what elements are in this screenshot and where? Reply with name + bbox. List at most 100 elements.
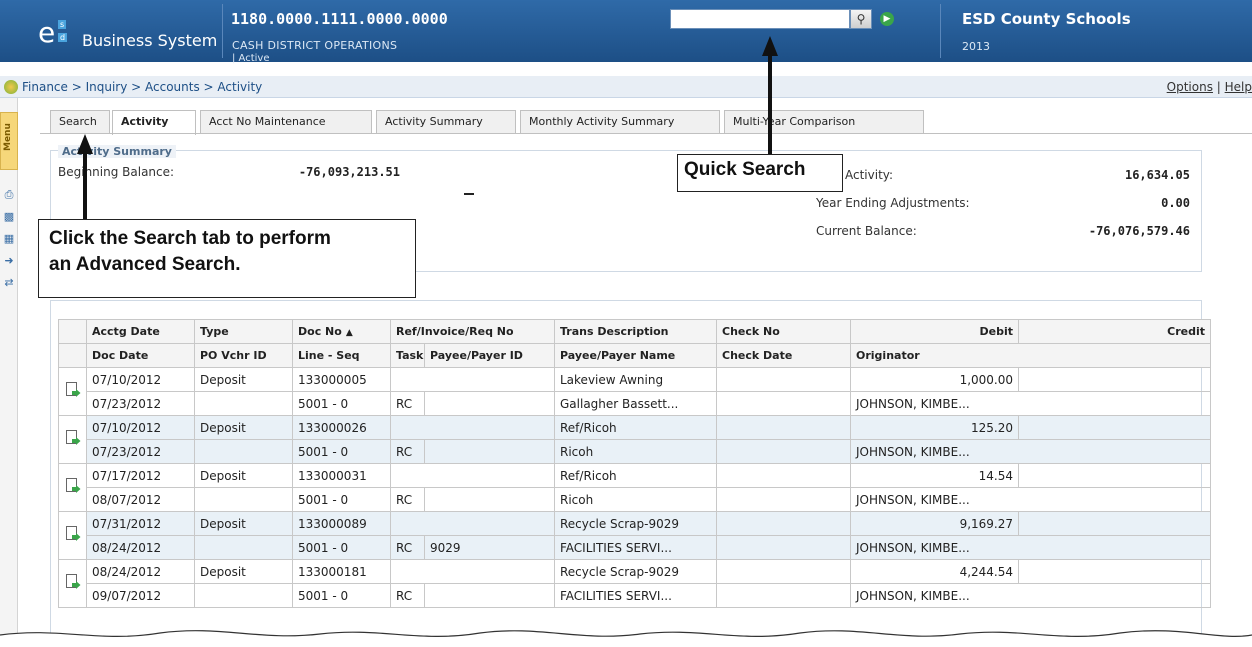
col-originator[interactable]: Originator	[850, 343, 1211, 368]
row-detail-cell[interactable]	[58, 367, 87, 416]
row-detail-cell[interactable]	[58, 511, 87, 560]
table-row[interactable]: 08/24/2012 5001 - 0 RC 9029 FACILITIES S…	[59, 535, 1211, 560]
cell-payee-name: Ricoh	[554, 439, 717, 464]
header-divider	[222, 4, 223, 58]
cell-ref	[390, 511, 555, 536]
cell-trans-desc: Ref/Ricoh	[554, 463, 717, 488]
beginning-balance-label: Beginning Balance:	[58, 165, 175, 179]
tab-activity[interactable]: Activity	[112, 110, 196, 135]
district-name: ESD County Schools	[962, 10, 1131, 28]
col-check-date[interactable]: Check Date	[716, 343, 851, 368]
quick-search-input[interactable]	[670, 9, 850, 29]
tab-search[interactable]: Search	[50, 110, 110, 134]
current-balance-value: -76,076,579.46	[1088, 224, 1190, 238]
options-link[interactable]: Options	[1167, 80, 1213, 94]
search-button[interactable]: ⚲	[850, 9, 872, 29]
cell-task: RC	[390, 439, 425, 464]
col-type[interactable]: Type	[194, 319, 293, 344]
cell-payee-id	[424, 487, 555, 512]
cell-task: RC	[390, 583, 425, 608]
view-document-icon[interactable]	[65, 526, 81, 542]
col-acctg-date[interactable]: Acctg Date	[86, 319, 195, 344]
col-po-vchr-id[interactable]: PO Vchr ID	[194, 343, 293, 368]
view-document-icon[interactable]	[65, 478, 81, 494]
table-row[interactable]: 09/07/2012 5001 - 0 RC FACILITIES SERVI.…	[59, 583, 1211, 608]
grid-header-row: Doc Date PO Vchr ID Line - Seq Task Paye…	[58, 343, 1211, 368]
col-doc-no[interactable]: Doc No ▲	[292, 319, 391, 344]
cell-po-vchr	[194, 391, 293, 416]
print-icon[interactable]: ⎙	[2, 188, 16, 202]
activity-grid: Acctg Date Type Doc No ▲ Ref/Invoice/Req …	[58, 319, 1211, 608]
logo-letter: e	[38, 16, 56, 49]
help-link[interactable]: Help	[1225, 80, 1252, 94]
col-doc-date[interactable]: Doc Date	[86, 343, 195, 368]
table-row[interactable]: 07/17/2012 Deposit 133000031 Ref/Ricoh 1…	[58, 463, 1211, 512]
cell-originator: JOHNSON, KIMBE...	[850, 535, 1211, 560]
breadcrumb[interactable]: Finance > Inquiry > Accounts > Activity	[22, 80, 262, 94]
cell-task: RC	[390, 535, 425, 560]
col-doc-no-label: Doc No	[298, 325, 342, 338]
cell-task: RC	[390, 487, 425, 512]
cell-payee-id	[424, 439, 555, 464]
cell-acctg-date: 07/17/2012	[86, 463, 195, 488]
view-document-icon[interactable]	[65, 430, 81, 446]
cell-check-no	[716, 415, 851, 440]
row-detail-cell[interactable]	[58, 463, 87, 512]
col-task[interactable]: Task	[390, 343, 425, 368]
view-document-icon[interactable]	[65, 382, 81, 398]
row-detail-cell[interactable]	[58, 415, 87, 464]
col-debit[interactable]: Debit	[850, 319, 1019, 344]
col-check-no[interactable]: Check No	[716, 319, 851, 344]
cell-doc-date: 07/23/2012	[86, 439, 195, 464]
table-row[interactable]: 08/07/2012 5001 - 0 RC Ricoh JOHNSON, KI…	[59, 487, 1211, 512]
table-row[interactable]: 07/10/2012 Deposit 133000005 Lakeview Aw…	[58, 367, 1211, 416]
col-ref-invoice[interactable]: Ref/Invoice/Req No	[390, 319, 555, 344]
col-payee-id[interactable]: Payee/Payer ID	[424, 343, 555, 368]
dash-mark	[464, 193, 474, 195]
row-detail-cell[interactable]	[58, 559, 87, 608]
year-end-label: Year Ending Adjustments:	[816, 196, 970, 210]
cell-check-date	[716, 439, 851, 464]
cell-type: Deposit	[194, 511, 293, 536]
options-links: Options | Help	[1167, 80, 1252, 94]
cell-doc-no: 133000031	[292, 463, 391, 488]
table-row[interactable]: 07/10/2012 Deposit 133000026 Ref/Ricoh 1…	[58, 415, 1211, 464]
table-row[interactable]: 07/31/2012 Deposit 133000089 Recycle Scr…	[58, 511, 1211, 560]
col-line-seq[interactable]: Line - Seq	[292, 343, 391, 368]
chart-icon[interactable]: ▩	[2, 210, 16, 224]
cell-ref	[390, 463, 555, 488]
cell-doc-no: 133000026	[292, 415, 391, 440]
cell-originator: JOHNSON, KIMBE...	[850, 439, 1211, 464]
cell-payee-id	[424, 583, 555, 608]
tab-activity-summary[interactable]: Activity Summary	[376, 110, 516, 134]
menu-tab[interactable]: Menu	[0, 112, 18, 170]
cell-check-no	[716, 511, 851, 536]
col-payee-name[interactable]: Payee/Payer Name	[554, 343, 717, 368]
tab-multi-year-comparison[interactable]: Multi-Year Comparison	[724, 110, 924, 134]
tab-acct-no-maintenance[interactable]: Acct No Maintenance	[200, 110, 372, 134]
cell-type: Deposit	[194, 463, 293, 488]
fiscal-year[interactable]: 2013	[962, 40, 990, 53]
cell-credit	[1018, 367, 1211, 392]
cell-acctg-date: 07/10/2012	[86, 367, 195, 392]
tab-monthly-activity-summary[interactable]: Monthly Activity Summary	[520, 110, 720, 134]
cell-credit	[1018, 415, 1211, 440]
app-header: e s d Business System 1180.0000.1111.000…	[0, 0, 1252, 64]
view-document-icon[interactable]	[65, 574, 81, 590]
transfer-icon[interactable]: ⇄	[2, 276, 16, 290]
cell-debit: 4,244.54	[850, 559, 1019, 584]
go-button[interactable]: ▶	[880, 12, 894, 26]
logo-sub: d	[58, 33, 68, 42]
col-trans-description[interactable]: Trans Description	[554, 319, 717, 344]
app-logo[interactable]: e s d	[38, 16, 76, 52]
calculator-icon[interactable]: ▦	[2, 232, 16, 246]
export-icon[interactable]: ➜	[2, 254, 16, 268]
table-row[interactable]: 08/24/2012 Deposit 133000181 Recycle Scr…	[58, 559, 1211, 608]
table-row[interactable]: 07/23/2012 5001 - 0 RC Gallagher Bassett…	[59, 391, 1211, 416]
menu-label: Menu	[3, 123, 13, 151]
account-number: 1180.0000.1111.0000.0000	[231, 10, 448, 28]
table-row[interactable]: 07/23/2012 5001 - 0 RC Ricoh JOHNSON, KI…	[59, 439, 1211, 464]
header-spacer	[58, 343, 87, 368]
cell-credit	[1018, 463, 1211, 488]
col-credit[interactable]: Credit	[1018, 319, 1211, 344]
